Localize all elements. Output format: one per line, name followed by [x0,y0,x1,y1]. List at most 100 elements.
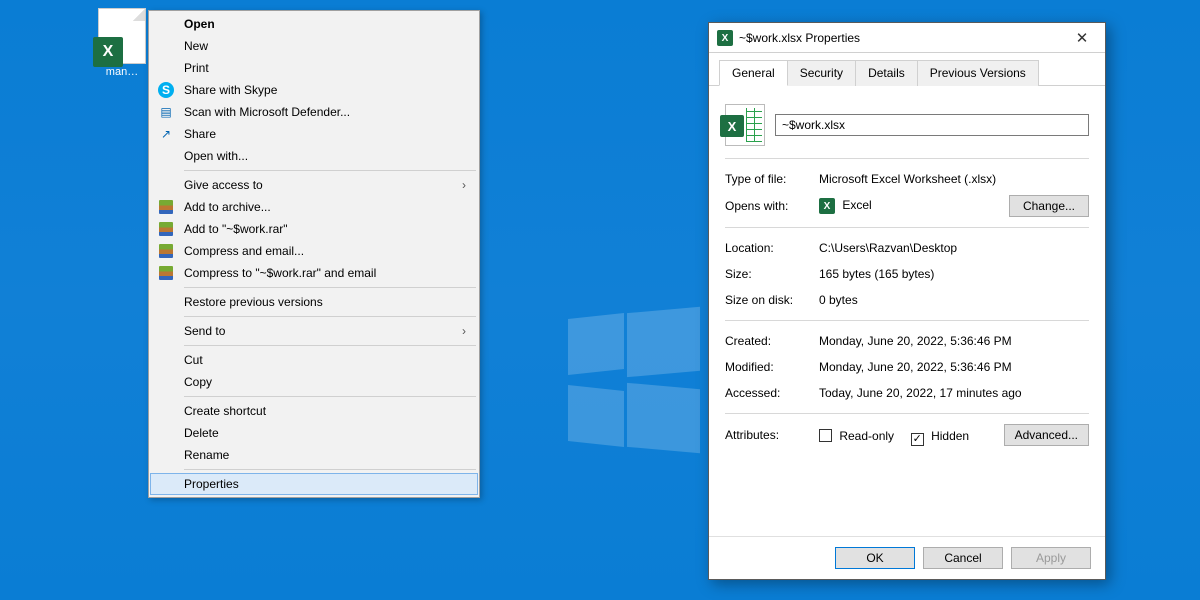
excel-file-icon: X [717,30,733,46]
winrar-icon [158,221,174,237]
menu-add-named-rar-label: Add to "~$work.rar" [184,222,288,236]
menu-add-archive-label: Add to archive... [184,200,271,214]
menu-delete[interactable]: Delete [150,422,478,444]
modified-value: Monday, June 20, 2022, 5:36:46 PM [819,360,1089,374]
menu-cut[interactable]: Cut [150,349,478,371]
winrar-icon [158,265,174,281]
change-button[interactable]: Change... [1009,195,1089,217]
menu-separator [184,170,476,171]
menu-send-to[interactable]: Send to › [150,320,478,342]
openswith-value: X Excel [819,198,1009,215]
divider [725,320,1089,321]
attributes-value: Read-only ✓ Hidden [819,427,1004,444]
windows-logo-watermark [560,310,700,450]
menu-separator [184,316,476,317]
tabs: General Security Details Previous Versio… [709,53,1105,86]
ok-button[interactable]: OK [835,547,915,569]
menu-send-to-label: Send to [184,324,225,338]
accessed-value: Today, June 20, 2022, 17 minutes ago [819,386,1089,400]
menu-print[interactable]: Print [150,57,478,79]
menu-compress-named-email[interactable]: Compress to "~$work.rar" and email [150,262,478,284]
menu-compress-email[interactable]: Compress and email... [150,240,478,262]
menu-add-named-rar[interactable]: Add to "~$work.rar" [150,218,478,240]
created-label: Created: [725,334,819,348]
skype-icon: S [158,82,174,98]
menu-rename[interactable]: Rename [150,444,478,466]
context-menu: Open New Print S Share with Skype ▤ Scan… [148,10,480,498]
attributes-label: Attributes: [725,428,819,442]
share-icon: ↗ [158,126,174,142]
properties-dialog: X ~$work.xlsx Properties ✕ General Secur… [708,22,1106,580]
chevron-right-icon: › [462,324,466,338]
menu-open-with-label: Open with... [184,149,248,163]
winrar-icon [158,199,174,215]
menu-defender[interactable]: ▤ Scan with Microsoft Defender... [150,101,478,123]
close-button[interactable]: ✕ [1059,23,1105,52]
menu-cut-label: Cut [184,353,203,367]
menu-open-label: Open [184,17,215,31]
menu-create-shortcut[interactable]: Create shortcut [150,400,478,422]
menu-properties[interactable]: Properties [150,473,478,495]
menu-open[interactable]: Open [150,13,478,35]
readonly-label: Read-only [839,429,894,443]
hidden-label: Hidden [931,429,969,443]
sizeondisk-value: 0 bytes [819,293,1089,307]
menu-share[interactable]: ↗ Share [150,123,478,145]
filename-input[interactable] [775,114,1089,136]
location-value: C:\Users\Razvan\Desktop [819,241,1089,255]
hidden-checkbox[interactable]: ✓ [911,433,924,446]
size-value: 165 bytes (165 bytes) [819,267,1089,281]
type-label: Type of file: [725,172,819,186]
properties-body: X Type of file: Microsoft Excel Workshee… [709,86,1105,536]
menu-new[interactable]: New [150,35,478,57]
cancel-button[interactable]: Cancel [923,547,1003,569]
openswith-app-name: Excel [842,198,871,212]
winrar-icon [158,243,174,259]
sizeondisk-label: Size on disk: [725,293,819,307]
excel-file-icon: X [725,104,765,146]
menu-separator [184,345,476,346]
tab-previous-versions[interactable]: Previous Versions [917,60,1039,86]
divider [725,413,1089,414]
menu-compress-named-email-label: Compress to "~$work.rar" and email [184,266,376,280]
menu-create-shortcut-label: Create shortcut [184,404,266,418]
tab-security[interactable]: Security [787,60,856,86]
defender-icon: ▤ [158,104,174,120]
tab-details[interactable]: Details [855,60,918,86]
menu-defender-label: Scan with Microsoft Defender... [184,105,350,119]
menu-give-access[interactable]: Give access to › [150,174,478,196]
menu-separator [184,469,476,470]
menu-separator [184,287,476,288]
tab-general[interactable]: General [719,60,788,86]
dialog-buttons: OK Cancel Apply [709,536,1105,579]
menu-give-access-label: Give access to [184,178,263,192]
menu-restore-previous-label: Restore previous versions [184,295,323,309]
menu-open-with[interactable]: Open with... [150,145,478,167]
menu-restore-previous[interactable]: Restore previous versions [150,291,478,313]
apply-button[interactable]: Apply [1011,547,1091,569]
menu-compress-email-label: Compress and email... [184,244,304,258]
menu-new-label: New [184,39,208,53]
divider [725,158,1089,159]
titlebar[interactable]: X ~$work.xlsx Properties ✕ [709,23,1105,53]
window-title: ~$work.xlsx Properties [739,31,860,45]
menu-share-label: Share [184,127,216,141]
menu-share-skype-label: Share with Skype [184,83,277,97]
size-label: Size: [725,267,819,281]
modified-label: Modified: [725,360,819,374]
menu-properties-label: Properties [184,477,239,491]
menu-share-skype[interactable]: S Share with Skype [150,79,478,101]
openswith-label: Opens with: [725,199,819,213]
readonly-checkbox[interactable] [819,429,832,442]
menu-copy[interactable]: Copy [150,371,478,393]
excel-file-icon: X [98,8,146,64]
excel-app-icon: X [819,198,835,214]
menu-separator [184,396,476,397]
menu-add-archive[interactable]: Add to archive... [150,196,478,218]
menu-copy-label: Copy [184,375,212,389]
location-label: Location: [725,241,819,255]
menu-rename-label: Rename [184,448,229,462]
type-value: Microsoft Excel Worksheet (.xlsx) [819,172,1089,186]
advanced-button[interactable]: Advanced... [1004,424,1089,446]
desktop-file[interactable]: X man… [90,8,154,78]
